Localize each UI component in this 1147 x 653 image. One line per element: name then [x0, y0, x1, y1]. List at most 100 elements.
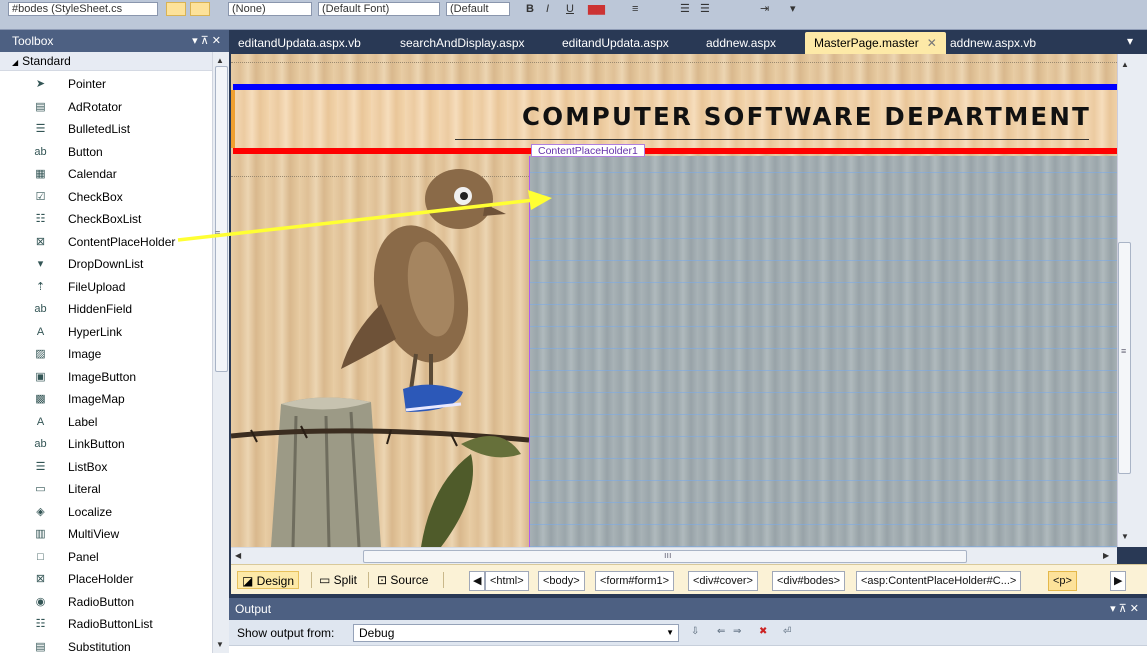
- tab-editandupdata-vb[interactable]: editandUpdata.aspx.vb: [229, 32, 370, 54]
- design-horizontal-scrollbar[interactable]: ◀ ııı ▶: [231, 547, 1117, 564]
- output-pin-controls[interactable]: ▾ ⊼ ✕: [1110, 598, 1139, 620]
- page-title[interactable]: COMPUTER SOFTWARE DEPARTMENT: [451, 102, 1091, 131]
- chevron-down-icon: ▼: [666, 628, 674, 637]
- scroll-down-icon[interactable]: ▼: [216, 640, 224, 649]
- toolbox-pin-controls[interactable]: ▾ ⊼ ✕: [192, 30, 221, 52]
- toolbox-item[interactable]: ▤ Substitution: [0, 636, 212, 653]
- toolbox-item[interactable]: ➤ Pointer: [0, 73, 212, 96]
- output-title: Output: [235, 602, 272, 616]
- design-vertical-scrollbar[interactable]: ▲ ≡ ▼: [1117, 54, 1147, 547]
- tag-crumb-form[interactable]: <form#form1>: [595, 571, 675, 591]
- toolbox-item[interactable]: ⇡ FileUpload: [0, 276, 212, 299]
- toolbox-item[interactable]: ◈ Localize: [0, 501, 212, 524]
- close-tab-icon[interactable]: ✕: [927, 36, 937, 50]
- collapse-triangle-icon[interactable]: ◢: [12, 58, 18, 67]
- tab-editandupdata[interactable]: editandUpdata.aspx: [553, 32, 678, 54]
- align-icon[interactable]: ≡: [632, 2, 638, 16]
- design-hscroll-thumb[interactable]: ııı: [363, 550, 967, 563]
- toolbox-item-label: ImageMap: [68, 392, 125, 406]
- split-view-label: Split: [333, 573, 358, 587]
- toolbox-item[interactable]: ▨ Image: [0, 343, 212, 366]
- split-view-button[interactable]: ▭ Split: [315, 571, 361, 589]
- toolbox-item[interactable]: ▾ DropDownList: [0, 253, 212, 276]
- toolbox-scrollbar[interactable]: ▲ ≡ ▼: [212, 52, 229, 653]
- clear-all-icon[interactable]: ✖: [759, 626, 771, 638]
- find-next-icon[interactable]: ⇒: [733, 626, 745, 638]
- tag-crumb-body[interactable]: <body>: [538, 571, 585, 591]
- scroll-up-icon[interactable]: ▲: [216, 56, 224, 65]
- design-vscroll-thumb[interactable]: [1118, 242, 1131, 474]
- toolbox-item[interactable]: ab LinkButton: [0, 433, 212, 456]
- font-size-dropdown[interactable]: (Default: [446, 2, 510, 16]
- bullet-list-icon[interactable]: ☰: [700, 2, 710, 16]
- toolbox-item[interactable]: ☰ ListBox: [0, 456, 212, 479]
- output-title-bar: Output ▾ ⊼ ✕: [229, 598, 1147, 620]
- bird-on-post-image[interactable]: [231, 154, 529, 547]
- toolbox-item[interactable]: ☰ BulletedList: [0, 118, 212, 141]
- design-surface[interactable]: COMPUTER SOFTWARE DEPARTMENT ContentPlac…: [231, 54, 1117, 547]
- style-target-dropdown[interactable]: #bodes (StyleSheet.cs: [8, 2, 158, 16]
- toolbox-item[interactable]: ☷ CheckBoxList: [0, 208, 212, 231]
- toolbox-item[interactable]: A Label: [0, 411, 212, 434]
- toolbox-item[interactable]: ◉ RadioButton: [0, 591, 212, 614]
- tag-crumb-div-cover[interactable]: <div#cover>: [688, 571, 758, 591]
- tag-crumb-div-bodes[interactable]: <div#bodes>: [772, 571, 845, 591]
- toolbox-item[interactable]: ⊠ PlaceHolder: [0, 568, 212, 591]
- go-to-line-icon[interactable]: ⇩: [691, 626, 703, 638]
- numbered-list-icon[interactable]: ☰: [680, 2, 690, 16]
- tag-crumb-p[interactable]: <p>: [1048, 571, 1077, 591]
- bold-icon[interactable]: B: [526, 2, 534, 16]
- toolbox-category-standard[interactable]: ◢ Standard: [0, 52, 212, 71]
- toolbox-item[interactable]: ab HiddenField: [0, 298, 212, 321]
- tag-crumb-contentplaceholder[interactable]: <asp:ContentPlaceHolder#C...>: [856, 571, 1022, 591]
- tab-list-menu-icon[interactable]: ▾: [1127, 34, 1133, 48]
- tab-searchanddisplay[interactable]: searchAndDisplay.aspx: [391, 32, 534, 54]
- toolbox-item-list: ➤ Pointer ▤ AdRotator ☰ BulletedList ab Button ▦…: [0, 73, 212, 653]
- toolbox-item[interactable]: □ Panel: [0, 546, 212, 569]
- output-source-dropdown[interactable]: Debug ▼: [353, 624, 679, 642]
- toolbox-item[interactable]: ab Button: [0, 141, 212, 164]
- word-wrap-icon[interactable]: ⏎: [783, 626, 795, 638]
- toolbox-item-label: HiddenField: [68, 302, 133, 316]
- tab-addnew-vb[interactable]: addnew.aspx.vb: [941, 32, 1045, 54]
- tab-masterpage[interactable]: MasterPage.master ✕: [805, 32, 946, 54]
- toolbar-overflow-icon[interactable]: ▾: [790, 2, 796, 16]
- source-view-icon: ⊡: [377, 573, 391, 587]
- crumb-scroll-left-icon[interactable]: ◀: [469, 571, 486, 591]
- toolbox-item[interactable]: ☑ CheckBox: [0, 186, 212, 209]
- toolbox-item-label: Pointer: [68, 77, 107, 91]
- toolbox-item[interactable]: ▭ Literal: [0, 478, 212, 501]
- dropdown-list-icon: ▾: [37, 258, 44, 270]
- toolbox-item[interactable]: ⊠ ContentPlaceHolder: [0, 231, 212, 254]
- crumb-scroll-right-icon[interactable]: ▶: [1110, 571, 1127, 591]
- font-dropdown[interactable]: (Default Font): [318, 2, 440, 16]
- find-previous-icon[interactable]: ⇐: [717, 626, 729, 638]
- toolbox-item[interactable]: A HyperLink: [0, 321, 212, 344]
- italic-icon[interactable]: I: [546, 2, 549, 16]
- toolbox-item[interactable]: ☷ RadioButtonList: [0, 613, 212, 636]
- scroll-left-icon[interactable]: ◀: [235, 551, 241, 560]
- toolbox-item[interactable]: ▣ ImageButton: [0, 366, 212, 389]
- design-view-button[interactable]: ◪ Design: [237, 571, 300, 589]
- apply-style-icon[interactable]: [166, 2, 186, 16]
- toolbox-item[interactable]: ▦ Calendar: [0, 163, 212, 186]
- scroll-right-icon[interactable]: ▶: [1103, 551, 1109, 560]
- toolbox-item[interactable]: ▩ ImageMap: [0, 388, 212, 411]
- indent-icon[interactable]: ⇥: [760, 2, 769, 16]
- scroll-up-icon[interactable]: ▲: [1121, 60, 1129, 69]
- attach-stylesheet-icon[interactable]: [190, 2, 210, 16]
- toolbox-item[interactable]: ▤ AdRotator: [0, 96, 212, 119]
- style-dropdown[interactable]: (None): [228, 2, 312, 16]
- tag-crumb-html[interactable]: <html>: [485, 571, 529, 591]
- scroll-down-icon[interactable]: ▼: [1121, 532, 1129, 541]
- design-view-icon: ◪: [242, 574, 257, 588]
- toolbox-item[interactable]: ▥ MultiView: [0, 523, 212, 546]
- underline-icon[interactable]: U: [566, 2, 574, 16]
- font-color-icon[interactable]: ▆▆: [588, 2, 605, 16]
- show-output-label: Show output from:: [237, 626, 335, 640]
- tab-addnew[interactable]: addnew.aspx: [697, 32, 785, 54]
- toolbox-scroll-thumb[interactable]: [215, 66, 228, 372]
- content-placeholder-region[interactable]: [529, 156, 1117, 547]
- content-placeholder-tag[interactable]: ContentPlaceHolder1: [531, 144, 645, 157]
- source-view-button[interactable]: ⊡ Source: [373, 571, 432, 589]
